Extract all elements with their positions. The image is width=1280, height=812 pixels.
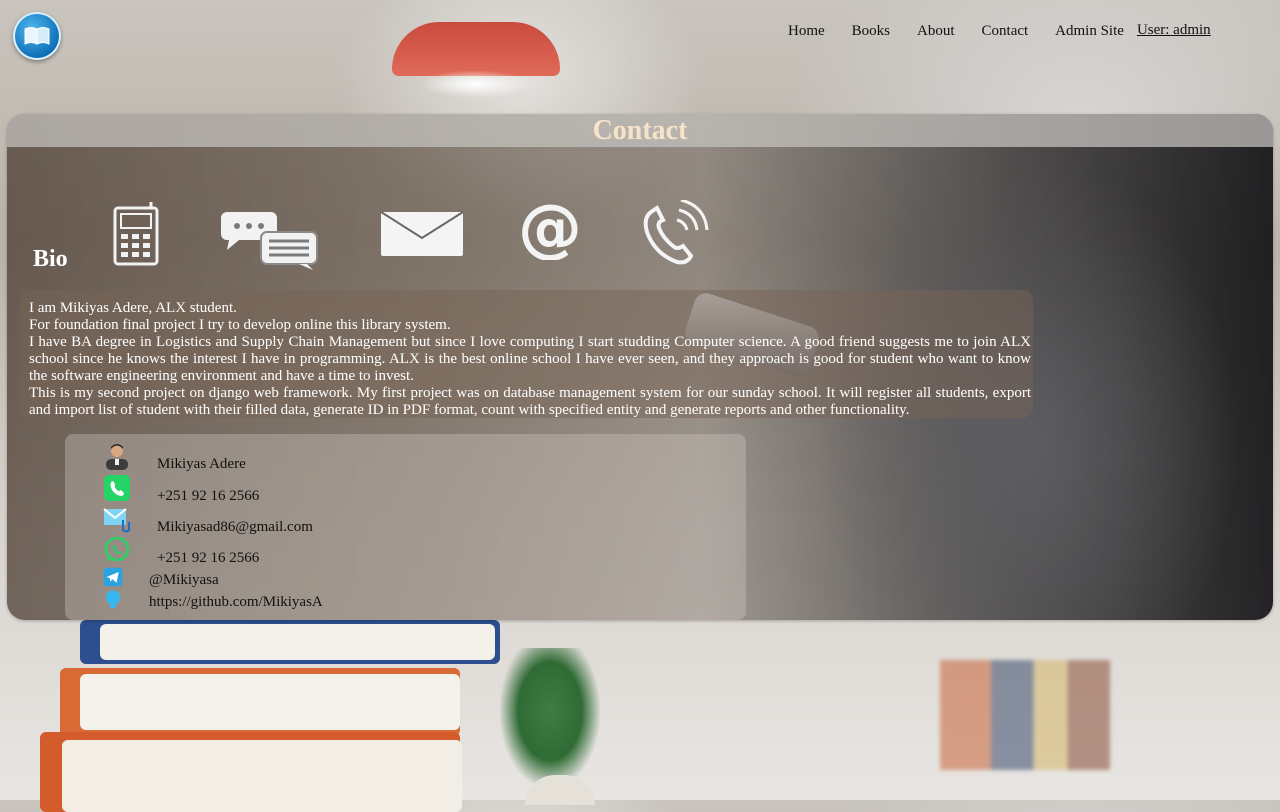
telegram-icon [103, 567, 123, 587]
contact-phone[interactable]: +251 92 16 2566 [157, 488, 259, 505]
main-nav: Home Books About Contact Admin Site User… [788, 22, 1238, 40]
nav-books[interactable]: Books [852, 22, 890, 40]
bio-text: I am Mikiyas Adere, ALX student. For fou… [29, 300, 1031, 419]
contact-name: Mikiyas Adere [157, 456, 246, 472]
book-icon[interactable] [13, 12, 61, 60]
user-link[interactable]: User: admin [1137, 21, 1211, 39]
contact-github[interactable]: https://github.com/MikiyasA [149, 594, 323, 611]
phone-ringing-icon [643, 200, 709, 265]
github-icon [105, 590, 121, 609]
background-plant [500, 648, 600, 788]
whatsapp-icon [104, 536, 130, 562]
person-icon [106, 444, 128, 470]
bio-line: I am Mikiyas Adere, ALX student. [29, 300, 237, 316]
envelope-icon [380, 211, 464, 256]
bio-line: I have BA degree in Logistics and Supply… [29, 334, 1031, 384]
page-title: Contact [592, 115, 688, 146]
bio-heading: Bio [33, 246, 68, 272]
background-bookshelf [940, 660, 1110, 770]
bio-icon-row: @ [7, 198, 807, 278]
nav-admin-site[interactable]: Admin Site [1055, 22, 1124, 40]
chat-bubbles-icon [221, 212, 318, 270]
bio-line: For foundation final project I try to de… [29, 317, 451, 333]
contact-panel: Contact @ Bio I am Mikiyas Adere, ALX st… [7, 114, 1273, 620]
open-book-glyph [24, 27, 50, 45]
bio-line: This is my second project on django web … [29, 385, 1031, 418]
contact-card: Mikiyas Adere +251 92 16 2566 Mikiyasad8… [65, 434, 746, 620]
mobile-phone-icon [113, 202, 159, 266]
contact-whatsapp[interactable]: +251 92 16 2566 [157, 550, 259, 567]
contact-email[interactable]: Mikiyasad86@gmail.com [157, 519, 313, 536]
phone-icon [104, 475, 130, 501]
background-lamp-glow [420, 70, 530, 98]
nav-contact[interactable]: Contact [982, 22, 1029, 40]
background-books [40, 620, 500, 812]
contact-telegram[interactable]: @Mikiyasa [149, 572, 219, 589]
email-attachment-icon [103, 508, 130, 533]
nav-home[interactable]: Home [788, 22, 825, 40]
at-sign-icon: @ [518, 198, 582, 260]
nav-about[interactable]: About [917, 22, 955, 40]
svg-text:@: @ [518, 198, 582, 260]
background-lamp [392, 22, 560, 76]
